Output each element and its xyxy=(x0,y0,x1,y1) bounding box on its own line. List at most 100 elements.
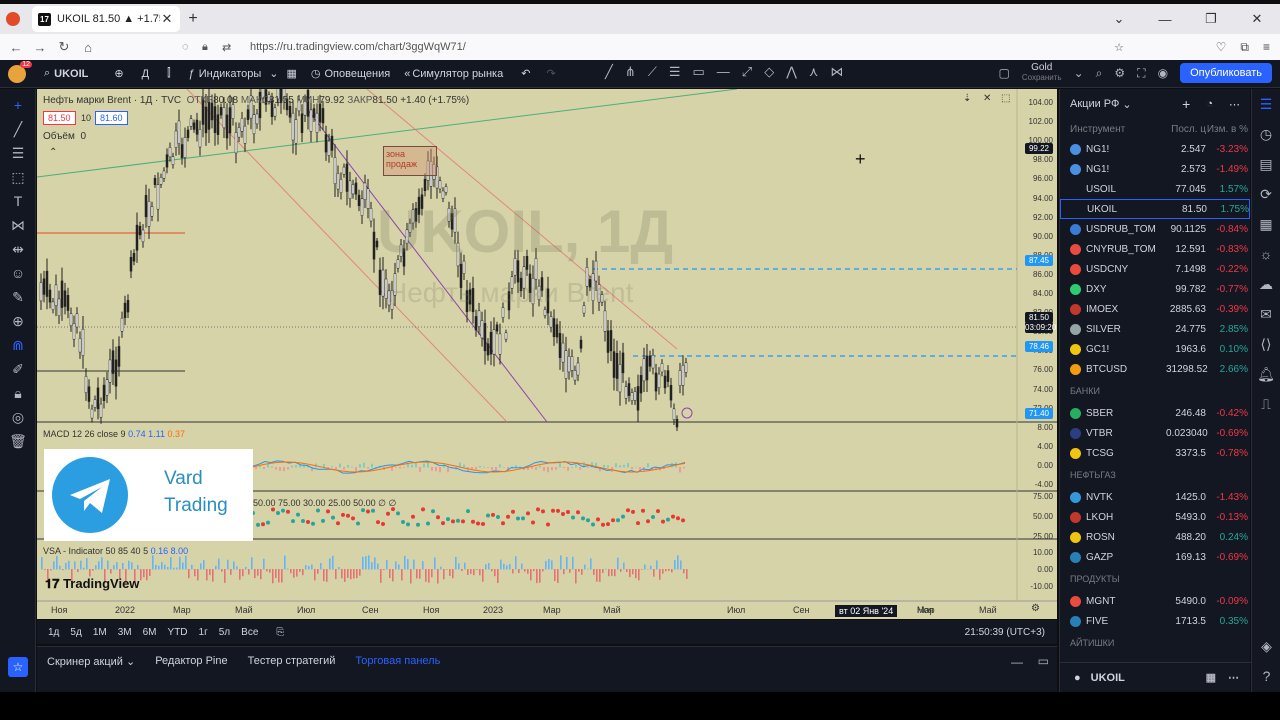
close-tab-icon[interactable]: ✕ xyxy=(160,11,174,27)
watchlist-row[interactable]: GAZP 169.13 -0.69% xyxy=(1060,547,1250,567)
xabcd-icon[interactable]: ⋈ xyxy=(830,64,843,80)
lock-icon[interactable]: 🔒︎ xyxy=(202,41,208,54)
watchlist-row[interactable]: DXY 99.782 -0.77% xyxy=(1060,279,1250,299)
undo-icon[interactable]: ↶ xyxy=(521,67,530,80)
horizontal-line-icon[interactable]: — xyxy=(717,64,730,80)
compare-add-icon[interactable]: ⊕ xyxy=(114,67,123,80)
bottom-tab[interactable]: Тестер стратегий xyxy=(248,655,336,668)
templates-chevron-icon[interactable]: ⌄ xyxy=(269,67,278,80)
price-scale[interactable]: 104.00 102.00 100.00 98.00 96.00 94.00 92.00 90… xyxy=(1017,89,1057,619)
snapshot-camera-icon[interactable]: ◉ xyxy=(1158,66,1168,80)
hotlists-icon[interactable]: ⟳ xyxy=(1252,179,1280,209)
layout-name-button[interactable]: Gold Сохранить xyxy=(1022,63,1062,83)
measure-range-icon[interactable]: ⇹ xyxy=(0,237,36,261)
chats-icon[interactable]: ✉ xyxy=(1252,299,1280,329)
reload-icon[interactable]: ↻ xyxy=(52,39,76,55)
search-icon[interactable]: ⌕ xyxy=(44,67,50,80)
watchlist-row[interactable]: SILVER 24.775 2.85% xyxy=(1060,319,1250,339)
bottom-tab[interactable]: Скринер акций ⌄ xyxy=(47,655,135,668)
watchlist-row[interactable]: BTCUSD 31298.52 2.66% xyxy=(1060,359,1250,379)
advanced-view-icon[interactable]: ◔ xyxy=(1206,98,1213,110)
watchlist-row[interactable]: USDRUB_TOM 90.1125 -0.84% xyxy=(1060,219,1250,239)
extensions-icon[interactable]: ⧉ xyxy=(1240,40,1249,55)
bar-style-icon[interactable]: ⫿ xyxy=(167,67,171,80)
footer-more-icon[interactable]: ⋯ xyxy=(1228,671,1239,684)
maximize-panel-icon[interactable]: ▭ xyxy=(1038,654,1049,668)
clock[interactable]: 21:50:39 (UTC+3) xyxy=(965,627,1045,638)
path-icon[interactable]: ⤢ xyxy=(742,64,752,80)
crosshair-icon[interactable]: + xyxy=(0,93,36,117)
range-button[interactable]: 3М xyxy=(118,627,132,638)
watchlist-row[interactable]: GC1! 1963.6 0.10% xyxy=(1060,339,1250,359)
pitchfork-icon[interactable]: ⋔ xyxy=(625,64,636,80)
alert-clock-icon[interactable]: ◷ xyxy=(311,67,321,80)
lock-drawings-icon[interactable]: 🔒︎ xyxy=(0,381,36,405)
time-scale-settings-icon[interactable]: ⚙ xyxy=(1031,603,1040,614)
user-avatar[interactable]: 12 xyxy=(8,60,32,83)
elliott-wave-icon[interactable]: ⋀ xyxy=(786,64,797,80)
fib-icon[interactable]: ☰ xyxy=(669,64,681,80)
watchlist-row[interactable]: NG1! 2.547 -3.23% xyxy=(1060,139,1250,159)
help-icon[interactable]: ? xyxy=(1252,661,1280,691)
col-instrument[interactable]: Инструмент xyxy=(1070,124,1166,135)
goto-date-icon[interactable]: ⎘ xyxy=(276,627,284,638)
bookmark-star-icon[interactable]: ☆ xyxy=(1114,41,1124,54)
range-button[interactable]: 5л xyxy=(219,627,230,638)
ideas-bulb-icon[interactable]: ☼ xyxy=(1252,239,1280,269)
chart-maximize-icon[interactable]: ⬚ xyxy=(1001,93,1010,104)
text-tool-icon[interactable]: T xyxy=(0,189,36,213)
quick-search-icon[interactable]: ⌕ xyxy=(1096,66,1103,81)
interval-button[interactable]: Д xyxy=(142,68,149,80)
watchlist-row[interactable]: NVTK 1425.0 -1.43% xyxy=(1060,487,1250,507)
watchlist-row[interactable]: CNYRUB_TOM 12.591 -0.83% xyxy=(1060,239,1250,259)
watchlist-row[interactable]: FIVE 1713.5 0.35% xyxy=(1060,611,1250,631)
redo-icon[interactable]: ↷ xyxy=(546,67,555,80)
watchlist-row[interactable]: IMOEX 2885.63 -0.39% xyxy=(1060,299,1250,319)
sell-zone-box[interactable]: зона продаж xyxy=(383,146,437,176)
macd-legend[interactable]: MACD 12 26 close 9 0.74 1.11 0.37 xyxy=(43,429,185,439)
chart-scroll-icon[interactable]: ⇣ xyxy=(963,93,971,104)
favorites-star-icon[interactable]: ☆ xyxy=(8,657,28,677)
tradingview-logo[interactable]: 𝟏𝟕 TradingView xyxy=(45,576,139,592)
replay-icon[interactable]: « xyxy=(404,68,410,80)
firefox-icon[interactable] xyxy=(6,12,20,26)
menu-icon[interactable]: ≡ xyxy=(1263,40,1270,54)
minimize-icon[interactable]: — xyxy=(1142,12,1188,27)
watchlist-row[interactable]: LKOH 5493.0 -0.13% xyxy=(1060,507,1250,527)
chart-legend[interactable]: Нефть марки Brent · 1Д · TVC ОТКР80.08 М… xyxy=(43,95,469,106)
wave-icon[interactable]: ⋏ xyxy=(809,64,819,80)
back-icon[interactable]: ← xyxy=(4,40,28,55)
magnet-icon[interactable]: ⋒ xyxy=(0,333,36,357)
shield-icon[interactable]: ◌ xyxy=(182,41,189,53)
layout-grid-icon[interactable]: ▦ xyxy=(286,67,296,80)
range-button[interactable]: 6М xyxy=(143,627,157,638)
price-label-low[interactable]: 78.46 xyxy=(1025,340,1053,352)
rsi-legend[interactable]: 50.00 75.00 30.00 25.00 50.00 ∅ ∅ xyxy=(253,498,396,509)
bottom-tab[interactable]: Торговая панель xyxy=(355,655,440,668)
range-button[interactable]: 5д xyxy=(70,627,81,638)
calendar-icon[interactable]: ▦ xyxy=(1252,209,1280,239)
watchlist-more-icon[interactable]: ⋯ xyxy=(1229,98,1240,111)
watchlist-row[interactable]: USOIL 77.045 1.57% xyxy=(1060,179,1250,199)
forecast-tool-icon[interactable]: ⋈ xyxy=(0,213,36,237)
price-label-top[interactable]: 99.22 xyxy=(1025,142,1053,154)
vsa-legend[interactable]: VSA - Indicator 50 85 40 5 0.16 8.00 xyxy=(43,546,188,556)
col-change[interactable]: Изм. в % xyxy=(1206,124,1248,135)
order-panel-icon[interactable]: ⎍ xyxy=(1252,389,1280,419)
watchlist-row[interactable]: USDCNY 7.1498 -0.22% xyxy=(1060,259,1250,279)
watchlist-row[interactable]: NG1! 2.573 -1.49% xyxy=(1060,159,1250,179)
bottom-tab[interactable]: Редактор Pine xyxy=(155,655,227,668)
ruler-icon[interactable]: ✎ xyxy=(0,285,36,309)
add-symbol-icon[interactable]: + xyxy=(1182,96,1190,112)
polygon-icon[interactable]: ◇ xyxy=(764,64,774,80)
alerts-button[interactable]: Оповещения xyxy=(325,68,391,80)
trendline-icon[interactable]: ╱ xyxy=(605,64,613,80)
price-label-bottom[interactable]: 71.40 xyxy=(1025,408,1053,420)
layers-icon[interactable]: ◈ xyxy=(1252,631,1280,661)
pocket-icon[interactable]: ♡ xyxy=(1216,40,1227,54)
pattern-tool-icon[interactable]: ⬚ xyxy=(0,165,36,189)
alerts-clock-icon[interactable]: ◷ xyxy=(1252,119,1280,149)
chart-close-icon[interactable]: ✕ xyxy=(983,93,991,104)
time-scale[interactable]: вт 02 Янв '24 Ноя 2022 Мар Май Июл Сен Ноя 2023… xyxy=(37,602,1017,618)
chart-area[interactable]: UKOIL, 1Д Нефть марки Brent зона продаж … xyxy=(37,89,1057,619)
